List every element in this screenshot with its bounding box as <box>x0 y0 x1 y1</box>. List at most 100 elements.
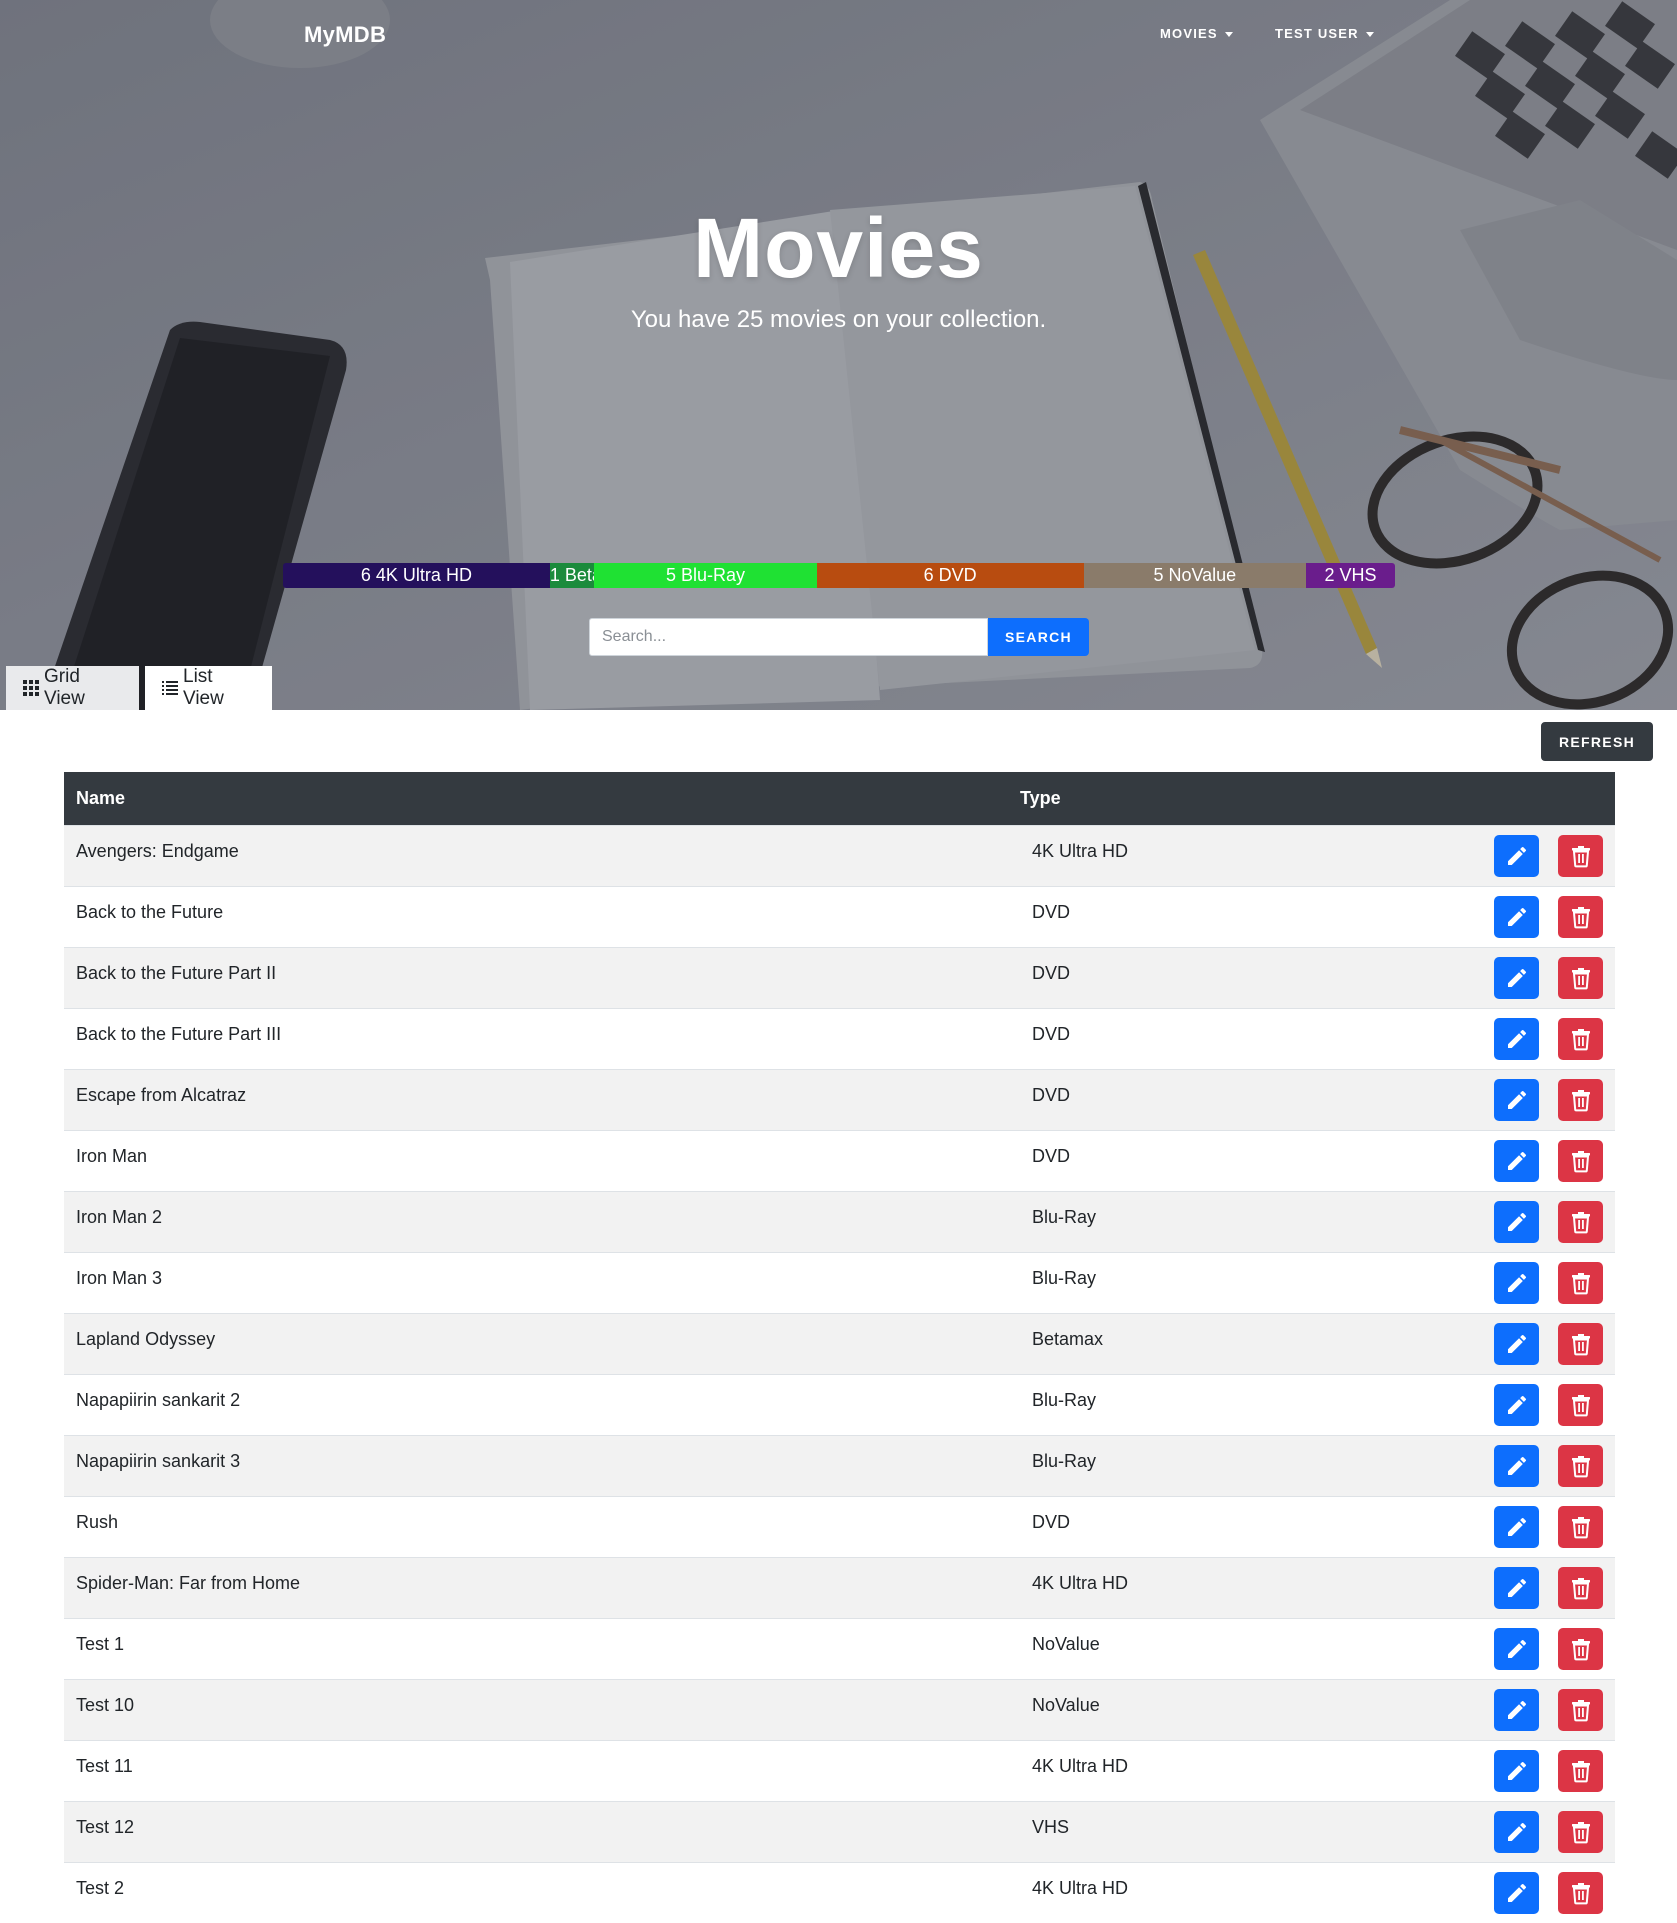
edit-button[interactable] <box>1494 896 1539 938</box>
delete-button[interactable] <box>1558 957 1603 999</box>
type-segment: 5 NoValue <box>1083 563 1306 588</box>
table-row: Test 12 VHS <box>64 1801 1615 1862</box>
edit-button[interactable] <box>1494 1079 1539 1121</box>
table-header: Name Type <box>64 772 1615 825</box>
trash-icon <box>1571 968 1590 990</box>
pencil-icon <box>1507 1273 1526 1292</box>
type-segment: 2 VHS <box>1306 563 1395 588</box>
edit-button[interactable] <box>1494 835 1539 877</box>
type-distribution-bar: 6 4K Ultra HD1 Betamax5 Blu-Ray6 DVD5 No… <box>283 563 1395 588</box>
movie-name: Avengers: Endgame <box>76 841 239 861</box>
nav-movies-label: MOVIES <box>1160 26 1218 41</box>
view-toggle: Grid View List View <box>6 666 272 710</box>
table-row: Test 10 NoValue <box>64 1679 1615 1740</box>
edit-button[interactable] <box>1494 957 1539 999</box>
nav-movies-dropdown[interactable]: MOVIES <box>1160 26 1233 41</box>
pencil-icon <box>1507 1090 1526 1109</box>
edit-button[interactable] <box>1494 1018 1539 1060</box>
grid-icon <box>23 680 39 696</box>
delete-button[interactable] <box>1558 1628 1603 1670</box>
movie-type: Blu-Ray <box>1032 1390 1097 1410</box>
delete-button[interactable] <box>1558 1262 1603 1304</box>
type-segment: 6 4K Ultra HD <box>283 563 550 588</box>
delete-button[interactable] <box>1558 1140 1603 1182</box>
pencil-icon <box>1507 1883 1526 1902</box>
movie-name: Test 10 <box>76 1695 135 1715</box>
page-title: Movies <box>693 201 984 295</box>
movie-type: 4K Ultra HD <box>1032 1756 1129 1776</box>
delete-button[interactable] <box>1558 1445 1603 1487</box>
delete-button[interactable] <box>1558 1018 1603 1060</box>
hero-overlay <box>0 0 1677 710</box>
pencil-icon <box>1507 1822 1526 1841</box>
trash-icon <box>1571 846 1590 868</box>
table-row: Test 2 4K Ultra HD <box>64 1862 1615 1923</box>
movie-type: DVD <box>1032 1512 1071 1532</box>
table-row: Napapiirin sankarit 2 Blu-Ray <box>64 1374 1615 1435</box>
movie-name: Rush <box>76 1512 119 1532</box>
refresh-button[interactable]: REFRESH <box>1541 722 1653 761</box>
delete-button[interactable] <box>1558 1079 1603 1121</box>
edit-button[interactable] <box>1494 1323 1539 1365</box>
edit-button[interactable] <box>1494 1262 1539 1304</box>
nav-user-label: TEST USER <box>1275 26 1359 41</box>
delete-button[interactable] <box>1558 896 1603 938</box>
search-button[interactable]: SEARCH <box>988 618 1089 656</box>
table-row: Lapland Odyssey Betamax <box>64 1313 1615 1374</box>
edit-button[interactable] <box>1494 1567 1539 1609</box>
trash-icon <box>1571 1761 1590 1783</box>
pencil-icon <box>1507 1151 1526 1170</box>
trash-icon <box>1571 1639 1590 1661</box>
navbar: MyMDB MOVIES TEST USER <box>0 0 1677 68</box>
movie-name: Spider-Man: Far from Home <box>76 1573 301 1593</box>
table-row: Spider-Man: Far from Home 4K Ultra HD <box>64 1557 1615 1618</box>
edit-button[interactable] <box>1494 1872 1539 1914</box>
trash-icon <box>1571 1395 1590 1417</box>
delete-button[interactable] <box>1558 1201 1603 1243</box>
edit-button[interactable] <box>1494 1140 1539 1182</box>
nav-user-dropdown[interactable]: TEST USER <box>1275 26 1374 41</box>
table-row: Avengers: Endgame 4K Ultra HD <box>64 825 1615 886</box>
edit-button[interactable] <box>1494 1506 1539 1548</box>
collection-summary: You have 25 movies on your collection. <box>630 306 1047 333</box>
pencil-icon <box>1507 846 1526 865</box>
delete-button[interactable] <box>1558 1689 1603 1731</box>
delete-button[interactable] <box>1558 1384 1603 1426</box>
edit-button[interactable] <box>1494 1811 1539 1853</box>
pencil-icon <box>1507 1029 1526 1048</box>
delete-button[interactable] <box>1558 1872 1603 1914</box>
pencil-icon <box>1507 1639 1526 1658</box>
edit-button[interactable] <box>1494 1201 1539 1243</box>
delete-button[interactable] <box>1558 1811 1603 1853</box>
pencil-icon <box>1507 968 1526 987</box>
table-row: Back to the Future DVD <box>64 886 1615 947</box>
movie-name: Escape from Alcatraz <box>76 1085 247 1105</box>
delete-button[interactable] <box>1558 1506 1603 1548</box>
movie-type: Blu-Ray <box>1032 1268 1097 1288</box>
grid-view-tab[interactable]: Grid View <box>6 666 139 710</box>
list-view-tab[interactable]: List View <box>145 666 272 710</box>
movie-name: Back to the Future Part II <box>76 963 277 983</box>
search-form: SEARCH <box>589 618 1089 656</box>
edit-button[interactable] <box>1494 1384 1539 1426</box>
search-input[interactable] <box>589 618 988 656</box>
edit-button[interactable] <box>1494 1750 1539 1792</box>
delete-button[interactable] <box>1558 1567 1603 1609</box>
edit-button[interactable] <box>1494 1628 1539 1670</box>
pencil-icon <box>1507 1700 1526 1719</box>
delete-button[interactable] <box>1558 835 1603 877</box>
trash-icon <box>1571 1151 1590 1173</box>
trash-icon <box>1571 1517 1590 1539</box>
edit-button[interactable] <box>1494 1445 1539 1487</box>
movie-type: NoValue <box>1032 1634 1100 1654</box>
pencil-icon <box>1507 1578 1526 1597</box>
movie-type: VHS <box>1032 1817 1070 1837</box>
delete-button[interactable] <box>1558 1750 1603 1792</box>
movie-type: DVD <box>1032 963 1071 983</box>
movie-name: Iron Man 2 <box>76 1207 163 1227</box>
delete-button[interactable] <box>1558 1323 1603 1365</box>
pencil-icon <box>1507 1517 1526 1536</box>
pencil-icon <box>1507 1761 1526 1780</box>
brand-logo[interactable]: MyMDB <box>304 22 386 48</box>
edit-button[interactable] <box>1494 1689 1539 1731</box>
